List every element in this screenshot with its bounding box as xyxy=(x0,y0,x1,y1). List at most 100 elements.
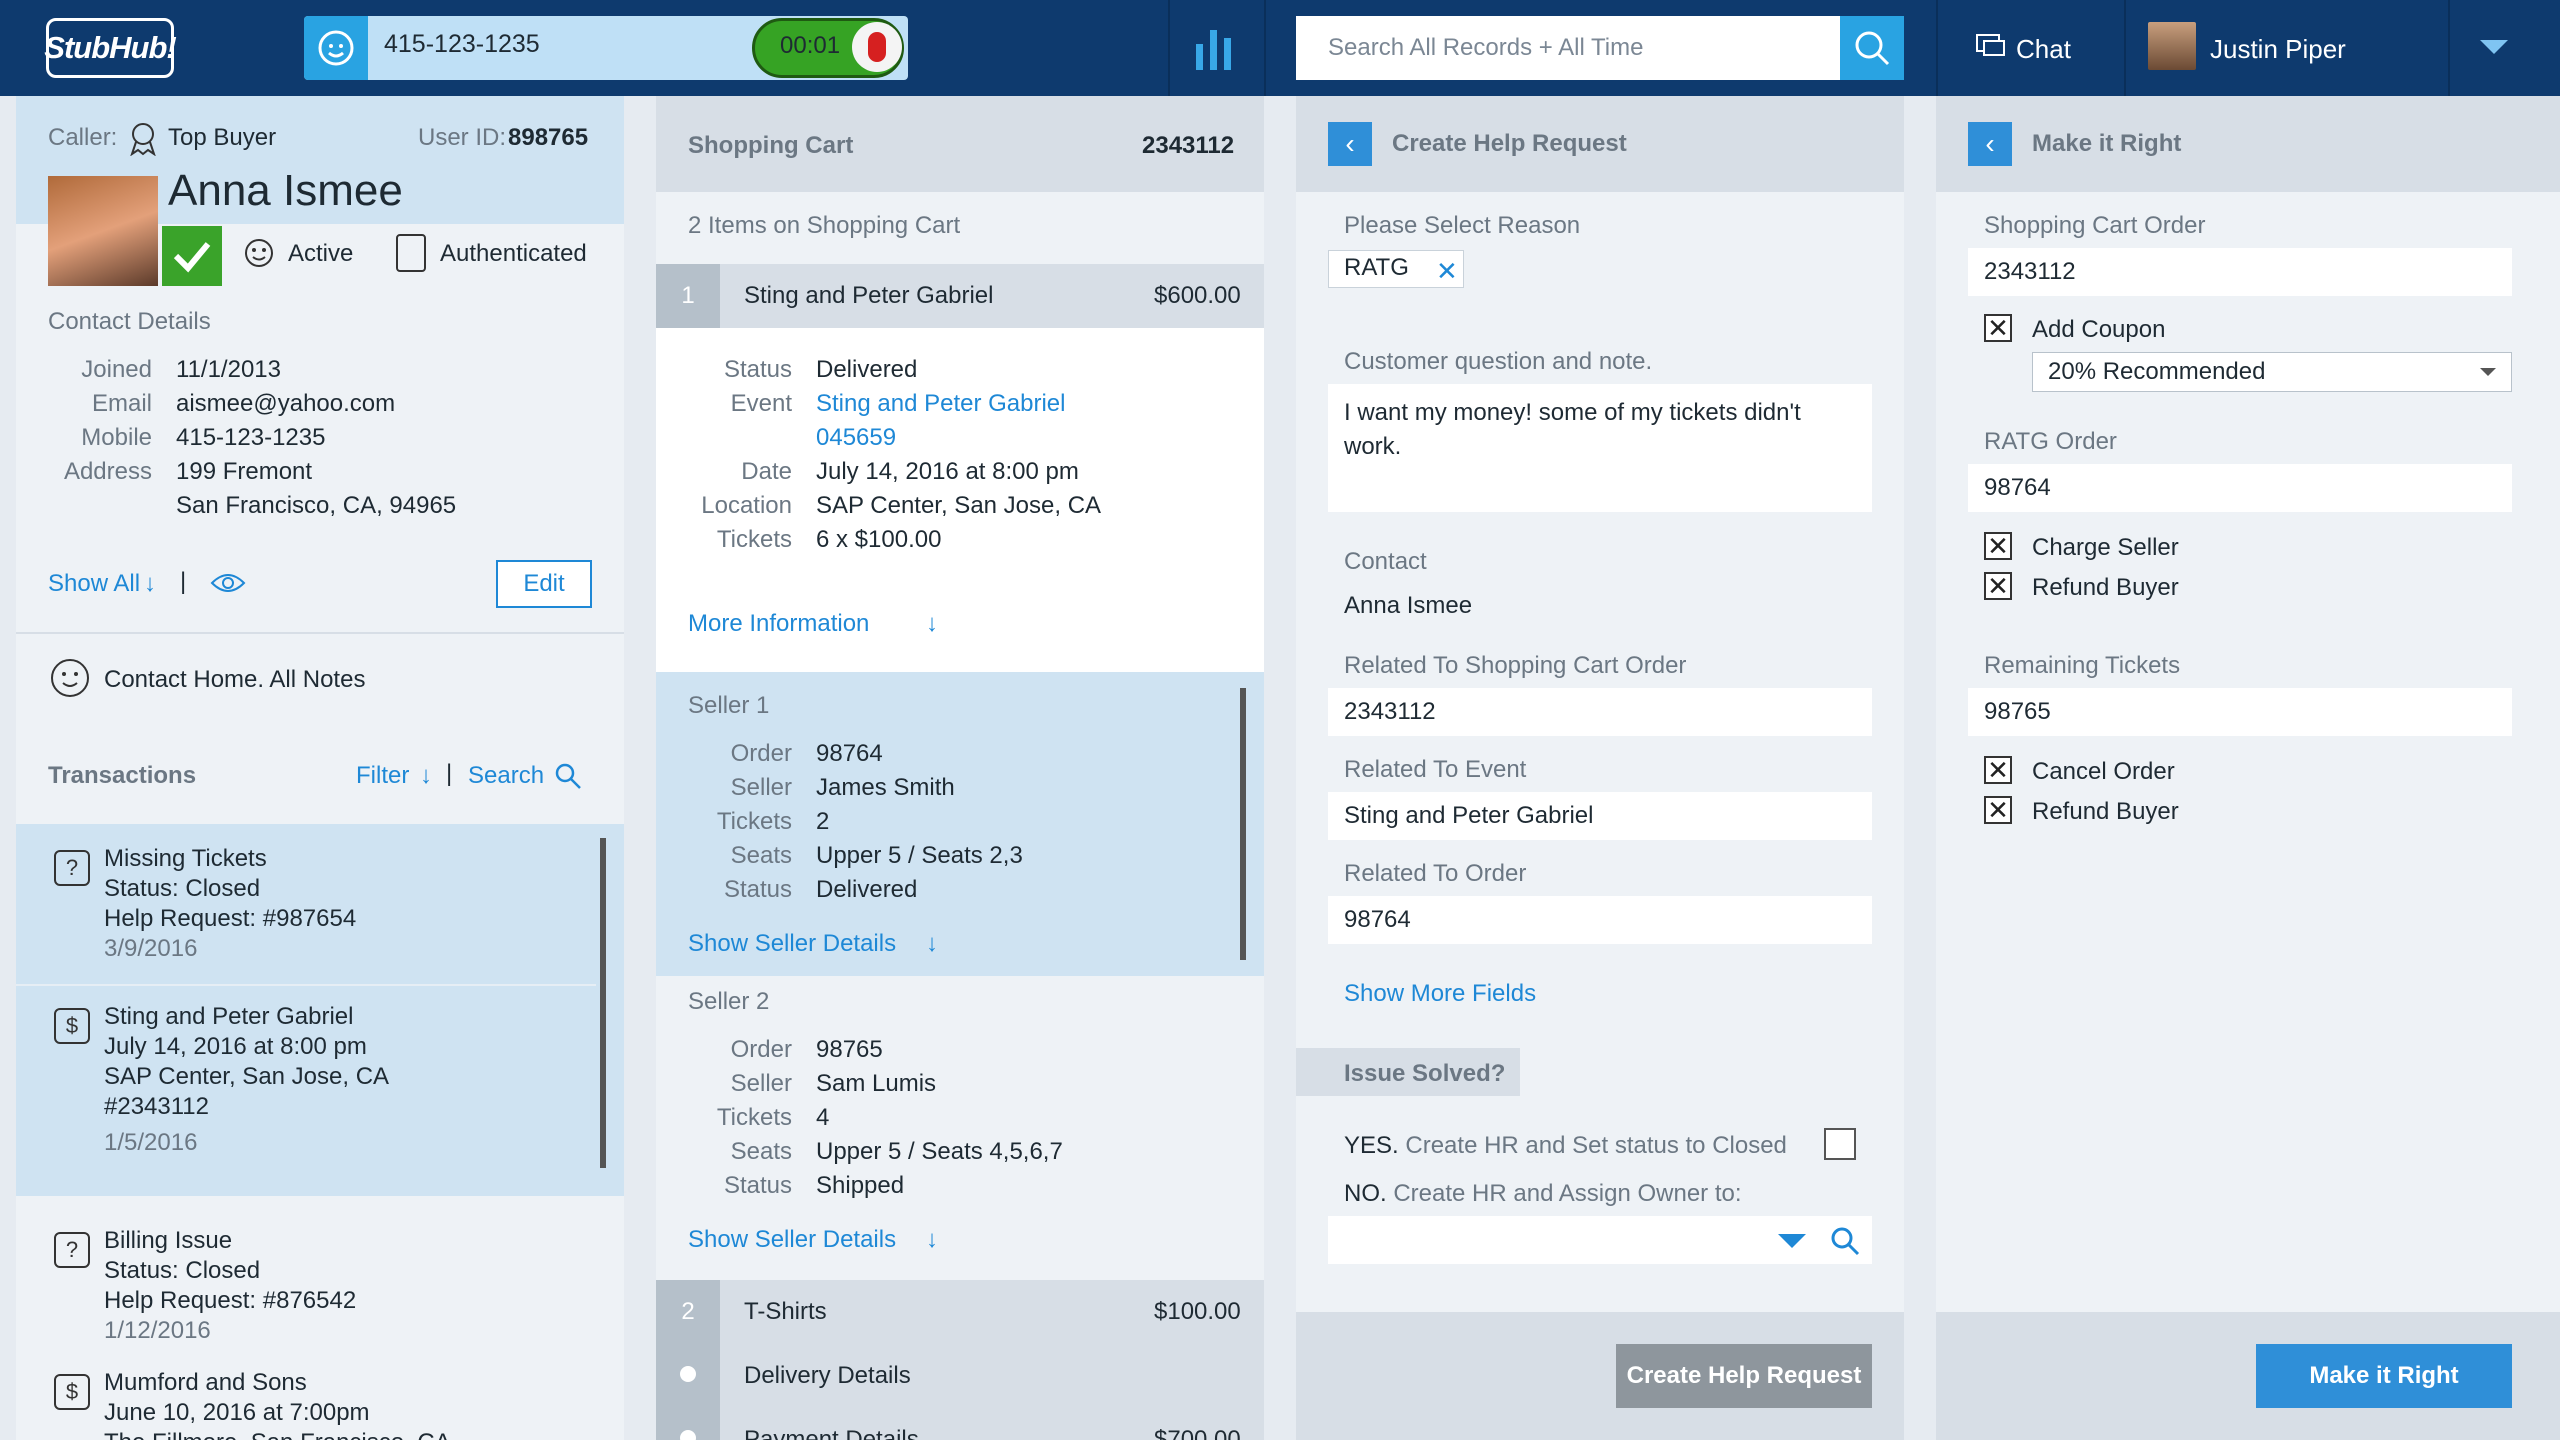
divider xyxy=(1936,0,1938,96)
payment-details-row[interactable]: Payment Details xyxy=(744,1426,919,1440)
show-more-fields-link[interactable]: Show More Fields xyxy=(1344,980,1536,1008)
seller-title: Seller 2 xyxy=(688,988,770,1015)
charge-seller-label: Charge Seller xyxy=(2032,534,2179,561)
refund-buyer-label: Refund Buyer xyxy=(2032,798,2179,825)
chevron-down-icon[interactable] xyxy=(2480,40,2508,54)
back-chevron-icon[interactable]: ‹ xyxy=(1968,122,2012,166)
transaction-title: Billing Issue xyxy=(104,1227,233,1254)
yes-bold: YES. xyxy=(1344,1132,1399,1159)
seller-label: Seller xyxy=(730,774,792,801)
stats-icon[interactable] xyxy=(1196,30,1236,70)
tickets-label: Tickets xyxy=(716,808,792,835)
tickets-value: 6 x $100.00 xyxy=(816,526,942,553)
transaction-line: Status: Closed xyxy=(104,875,261,902)
rel-cart-value: 2343112 xyxy=(1344,698,1436,725)
no-option-label: NO. Create HR and Assign Owner to: xyxy=(1344,1180,1742,1208)
transaction-line: Help Request: #987654 xyxy=(104,905,357,932)
smiley-icon xyxy=(242,236,276,270)
event-link[interactable]: Sting and Peter Gabriel xyxy=(816,390,1065,418)
transaction-item[interactable]: Mumford and Sons June 10, 2016 at 7:00pm… xyxy=(104,1368,451,1440)
caller-type: Top Buyer xyxy=(168,124,277,151)
bullet-dot xyxy=(680,1366,696,1382)
more-information-link[interactable]: More Information xyxy=(688,610,869,638)
seller-label: Seller xyxy=(730,1070,792,1097)
eye-icon[interactable] xyxy=(210,570,246,596)
contact-home-link[interactable]: Contact Home. All Notes xyxy=(104,666,365,694)
arrow-down-icon[interactable]: ↓ xyxy=(926,1226,938,1254)
microphone-icon[interactable] xyxy=(852,22,902,72)
caller-phone-number: 415-123-1235 xyxy=(384,30,540,58)
show-all-link[interactable]: Show All xyxy=(48,570,140,598)
divider-pipe: | xyxy=(180,568,187,595)
headset-icon[interactable] xyxy=(304,16,368,80)
create-help-request-button[interactable]: Create Help Request xyxy=(1616,1344,1872,1408)
refund-buyer-checkbox[interactable]: ✕ xyxy=(1984,796,2012,824)
search-button[interactable] xyxy=(1840,16,1904,80)
agent-avatar[interactable] xyxy=(2148,22,2196,70)
make-it-right-button[interactable]: Make it Right xyxy=(2256,1344,2512,1408)
stubhub-logo[interactable]: StubHub! xyxy=(44,18,177,78)
divider xyxy=(1264,0,1266,96)
edit-button[interactable]: Edit xyxy=(496,560,592,608)
charge-seller-checkbox[interactable]: ✕ xyxy=(1984,532,2012,560)
badge-icon xyxy=(124,118,162,157)
cart-order-label: Shopping Cart Order xyxy=(1984,212,2206,239)
divider xyxy=(2124,0,2126,96)
event-id-link[interactable]: 045659 xyxy=(816,424,896,452)
transaction-item[interactable]: Sting and Peter Gabriel July 14, 2016 at… xyxy=(104,1002,389,1158)
seats-value: Upper 5 / Seats 4,5,6,7 xyxy=(816,1138,1063,1165)
show-seller-details-link[interactable]: Show Seller Details xyxy=(688,1226,896,1254)
search-icon[interactable] xyxy=(554,762,582,790)
divider-pipe: | xyxy=(446,760,453,787)
scrollbar[interactable] xyxy=(600,838,606,1168)
email-value: aismee@yahoo.com xyxy=(176,390,396,417)
show-seller-details-link[interactable]: Show Seller Details xyxy=(688,930,896,958)
rel-cart-label: Related To Shopping Cart Order xyxy=(1344,652,1687,679)
arrow-down-icon[interactable]: ↓ xyxy=(144,570,156,598)
help-request-icon: ? xyxy=(54,1232,90,1268)
transaction-line: July 14, 2016 at 8:00 pm xyxy=(104,1033,367,1060)
chat-button[interactable]: Chat xyxy=(2016,34,2071,65)
arrow-down-icon[interactable]: ↓ xyxy=(926,930,938,958)
help-request-icon: ? xyxy=(54,850,90,886)
arrow-down-icon[interactable]: ↓ xyxy=(420,762,432,790)
remaining-tickets-value: 98765 xyxy=(1984,698,2051,725)
status-active: Active xyxy=(288,240,354,267)
search-link[interactable]: Search xyxy=(468,762,544,790)
chat-icon[interactable] xyxy=(1976,34,2006,60)
cancel-order-checkbox[interactable]: ✕ xyxy=(1984,756,2012,784)
refund-buyer-checkbox[interactable]: ✕ xyxy=(1984,572,2012,600)
chevron-down-icon[interactable] xyxy=(2480,368,2496,376)
transaction-title: Sting and Peter Gabriel xyxy=(104,1003,354,1030)
address-line-1: 199 Fremont xyxy=(176,458,313,485)
chevron-down-icon[interactable] xyxy=(1778,1234,1806,1248)
contact-label: Contact xyxy=(1344,548,1427,575)
delivery-details-row[interactable]: Delivery Details xyxy=(744,1362,911,1390)
divider xyxy=(2448,0,2450,96)
back-chevron-icon[interactable]: ‹ xyxy=(1328,122,1372,166)
seats-value: Upper 5 / Seats 2,3 xyxy=(816,842,1023,869)
search-icon[interactable] xyxy=(1830,1226,1860,1256)
transaction-item[interactable]: Billing Issue Status: Closed Help Reques… xyxy=(104,1226,356,1346)
transaction-date: 1/5/2016 xyxy=(104,1129,198,1156)
arrow-down-icon[interactable]: ↓ xyxy=(926,610,938,638)
agent-name[interactable]: Justin Piper xyxy=(2210,34,2346,65)
yes-checkbox[interactable] xyxy=(1824,1128,1856,1160)
add-coupon-checkbox[interactable]: ✕ xyxy=(1984,314,2012,342)
tickets-value: 2 xyxy=(816,808,830,835)
cart-item-number: 1 xyxy=(656,264,720,328)
scrollbar[interactable] xyxy=(1240,688,1246,960)
transaction-item[interactable]: Missing Tickets Status: Closed Help Requ… xyxy=(104,844,356,964)
note-label: Customer question and note. xyxy=(1344,348,1653,375)
add-coupon-label: Add Coupon xyxy=(2032,316,2166,343)
close-icon[interactable]: ✕ xyxy=(1436,256,1458,287)
filter-link[interactable]: Filter xyxy=(356,762,409,790)
order-label: Order xyxy=(730,1036,792,1063)
transaction-line: Status: Closed xyxy=(104,1257,261,1284)
rel-event-label: Related To Event xyxy=(1344,756,1527,783)
yes-text: Create HR and Set status to Closed xyxy=(1405,1132,1787,1159)
yes-option-label: YES. Create HR and Set status to Closed xyxy=(1344,1132,1787,1160)
make-it-right-title: Make it Right xyxy=(2032,130,2182,157)
location-value: SAP Center, San Jose, CA xyxy=(816,492,1102,519)
cart-item-name[interactable]: T-Shirts xyxy=(744,1298,827,1326)
